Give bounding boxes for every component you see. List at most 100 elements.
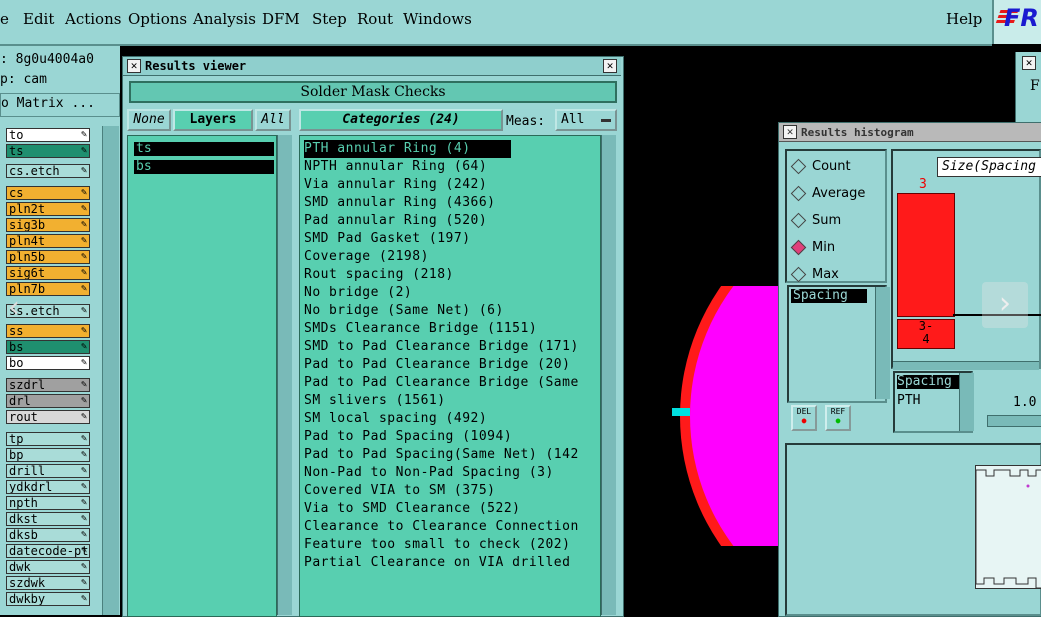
layer-row[interactable]: drill ✎ <box>6 464 90 478</box>
menu-help[interactable]: Help <box>946 10 982 28</box>
layer-row[interactable]: dksb ✎ <box>6 528 90 542</box>
layer-item-bs[interactable]: bs <box>134 160 274 174</box>
category-item[interactable]: Pad to Pad Spacing (1094) <box>304 428 512 446</box>
layer-row[interactable]: pln4t ✎ <box>6 234 90 248</box>
histogram-titlebar[interactable]: ✕ Results histogram <box>779 123 1041 142</box>
category-item[interactable]: Coverage (2198) <box>304 248 429 266</box>
category-item[interactable]: Via annular Ring (242) <box>304 176 487 194</box>
layer-row[interactable]: npth ✎ <box>6 496 90 510</box>
all-button[interactable]: All <box>255 109 291 131</box>
chevron-right-icon[interactable]: › <box>982 282 1028 328</box>
layer-row[interactable]: ts ✎ <box>6 144 90 158</box>
categories-scrollbar[interactable] <box>601 135 616 615</box>
menu-edit[interactable]: Edit <box>23 10 54 28</box>
layers-button[interactable]: Layers <box>173 109 253 131</box>
layer-row[interactable]: ss ✎ <box>6 324 90 338</box>
type-scrollbar[interactable] <box>959 373 974 431</box>
layer-row[interactable]: ydkdrl ✎ <box>6 480 90 494</box>
meas-value: All <box>561 112 585 127</box>
layer-row[interactable]: rout ✎ <box>6 410 90 424</box>
radio-sum[interactable]: Sum <box>790 212 841 229</box>
layer-row[interactable]: bs ✎ <box>6 340 90 354</box>
category-item[interactable]: Pad to Pad Clearance Bridge (Same <box>304 374 579 392</box>
category-item[interactable]: No bridge (Same Net) (6) <box>304 302 504 320</box>
close-icon[interactable]: ✕ <box>603 59 617 73</box>
menu-rout[interactable]: Rout <box>357 10 393 28</box>
scale-slider[interactable] <box>987 415 1041 427</box>
bar-range-label[interactable]: 3- 4 <box>897 319 955 349</box>
category-item[interactable]: SMD Pad Gasket (197) <box>304 230 471 248</box>
radio-average[interactable]: Average <box>790 185 865 202</box>
type-item-pth[interactable]: PTH <box>897 393 920 408</box>
layer-row[interactable]: bo ✎ <box>6 356 90 370</box>
category-item[interactable]: Rout spacing (218) <box>304 266 454 284</box>
layer-row[interactable]: szdrl ✎ <box>6 378 90 392</box>
layer-row[interactable]: cs.etch ✎ <box>6 164 90 178</box>
layer-row[interactable]: dkst ✎ <box>6 512 90 526</box>
histogram-bar[interactable] <box>897 193 955 317</box>
layer-name: rout <box>9 410 38 424</box>
category-item[interactable]: Via to SMD Clearance (522) <box>304 500 521 518</box>
layer-row[interactable]: cs ✎ <box>6 186 90 200</box>
category-item[interactable]: Clearance to Clearance Connection <box>304 518 579 536</box>
layer-row[interactable]: to ✎ <box>6 128 90 142</box>
step-name: p: cam <box>0 72 47 87</box>
category-item[interactable]: Pad to Pad Clearance Bridge (20) <box>304 356 570 374</box>
radio-count[interactable]: Count <box>790 158 851 175</box>
layer-scrollbar[interactable] <box>102 126 119 615</box>
dropdown-icon <box>601 119 611 122</box>
layer-row[interactable]: sig3b ✎ <box>6 218 90 232</box>
categories-button[interactable]: Categories (24) <box>299 109 503 131</box>
layer-row[interactable]: pln2t ✎ <box>6 202 90 216</box>
chevron-left-icon[interactable]: ‹ <box>8 290 20 325</box>
layer-row[interactable]: dwk ✎ <box>6 560 90 574</box>
layers-scrollbar[interactable] <box>277 135 292 615</box>
type-item-spacing[interactable]: Spacing <box>897 375 961 389</box>
menu-dfm[interactable]: DFM <box>262 10 300 28</box>
category-item[interactable]: SM local spacing (492) <box>304 410 487 428</box>
menu-file[interactable]: e <box>0 10 9 28</box>
category-item[interactable]: Feature too small to check (202) <box>304 536 570 554</box>
category-item[interactable]: Partial Clearance on VIA drilled <box>304 554 570 572</box>
menu-windows[interactable]: Windows <box>403 10 472 28</box>
category-item[interactable]: SM slivers (1561) <box>304 392 446 410</box>
category-item[interactable]: SMD annular Ring (4366) <box>304 194 496 212</box>
window-menu-icon[interactable]: ✕ <box>1022 56 1036 70</box>
menu-options[interactable]: Options <box>128 10 187 28</box>
layer-row[interactable]: sig6t ✎ <box>6 266 90 280</box>
window-menu-icon[interactable]: ✕ <box>783 125 797 139</box>
layer-row[interactable]: drl ✎ <box>6 394 90 408</box>
category-item[interactable]: PTH annular Ring (4) <box>304 140 511 158</box>
category-item[interactable]: Non-Pad to Non-Pad Spacing (3) <box>304 464 554 482</box>
layer-row[interactable]: pln5b ✎ <box>6 250 90 264</box>
layer-name: cs.etch <box>9 164 60 178</box>
ref-button[interactable]: REF ● <box>825 405 851 431</box>
measure-scrollbar[interactable] <box>875 287 890 399</box>
category-item[interactable]: Pad annular Ring (520) <box>304 212 487 230</box>
measure-item-spacing[interactable]: Spacing <box>791 289 867 303</box>
none-button[interactable]: None <box>127 109 171 131</box>
radio-max[interactable]: Max <box>790 266 839 283</box>
layer-item-ts[interactable]: ts <box>134 142 274 156</box>
category-item[interactable]: Covered VIA to SM (375) <box>304 482 496 500</box>
menu-actions[interactable]: Actions <box>65 10 121 28</box>
category-item[interactable]: SMD to Pad Clearance Bridge (171) <box>304 338 579 356</box>
layer-row[interactable]: szdwk ✎ <box>6 576 90 590</box>
results-viewer-titlebar[interactable]: ✕ Results viewer ✕ <box>123 57 621 76</box>
layer-row[interactable]: dwkby ✎ <box>6 592 90 606</box>
meas-dropdown[interactable]: All <box>555 109 617 131</box>
menu-analysis[interactable]: Analysis <box>193 10 256 28</box>
menu-step[interactable]: Step <box>312 10 347 28</box>
category-item[interactable]: SMDs Clearance Bridge (1151) <box>304 320 537 338</box>
delete-button[interactable]: DEL ● <box>791 405 817 431</box>
category-item[interactable]: NPTH annular Ring (64) <box>304 158 487 176</box>
matrix-button[interactable]: o Matrix ... <box>0 93 120 117</box>
category-item[interactable]: Pad to Pad Spacing(Same Net) (142 <box>304 446 579 464</box>
layer-row[interactable]: tp ✎ <box>6 432 90 446</box>
layer-row[interactable]: bp ✎ <box>6 448 90 462</box>
category-item[interactable]: No bridge (2) <box>304 284 412 302</box>
radio-min[interactable]: Min <box>790 239 835 256</box>
histogram-hscroll[interactable] <box>893 361 1039 370</box>
layer-row[interactable]: datecode-pt ✎ <box>6 544 90 558</box>
window-menu-icon[interactable]: ✕ <box>127 59 141 73</box>
